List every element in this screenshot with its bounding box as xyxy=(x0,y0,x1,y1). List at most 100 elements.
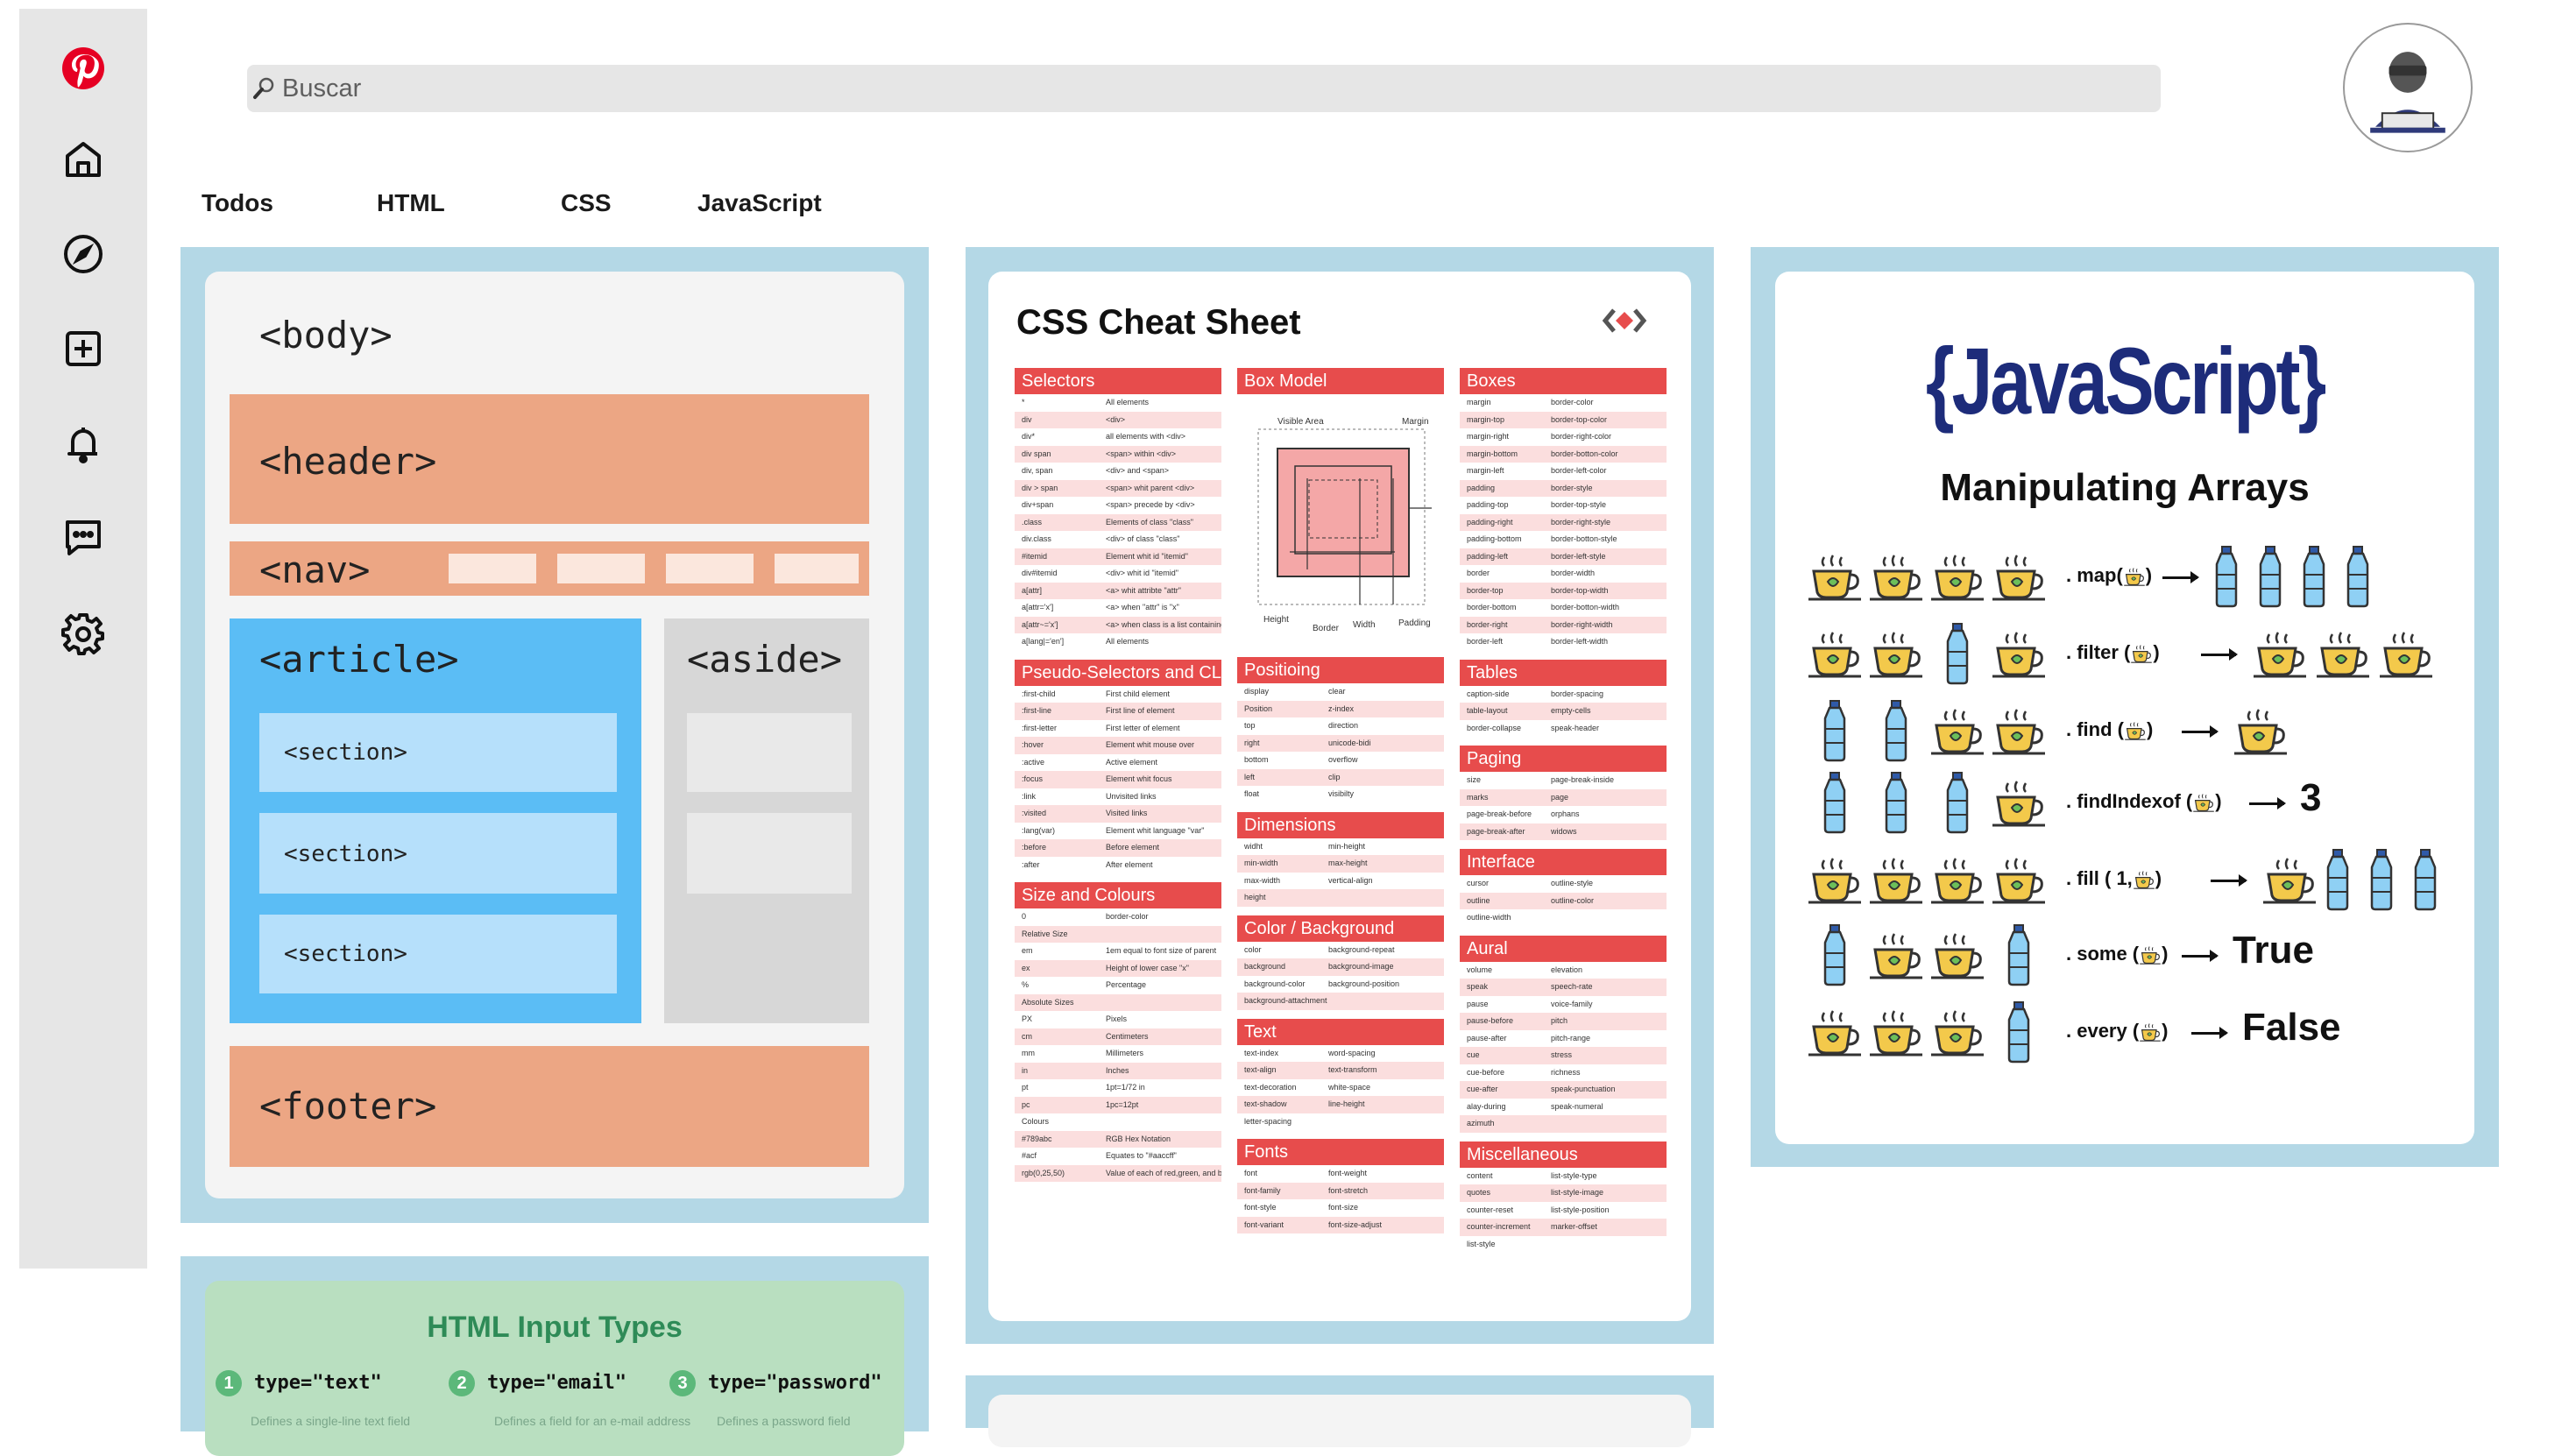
tab-todos[interactable]: Todos xyxy=(202,189,273,217)
layout-nav-label: <nav> xyxy=(259,548,371,591)
arrow-icon xyxy=(2201,648,2238,661)
cheat-description: Before element xyxy=(1106,843,1160,852)
cheat-property: margin-top xyxy=(1467,414,1505,424)
cheat-description: Percentage xyxy=(1106,980,1147,989)
cheat-description: line-height xyxy=(1328,1099,1365,1108)
cheat-property: page-break-after xyxy=(1467,826,1525,836)
water-bottle-icon xyxy=(1944,771,1971,834)
settings-gear-icon[interactable] xyxy=(57,606,110,659)
cheat-row: rgb(0,25,50) Value of each of red,green, … xyxy=(1015,1164,1221,1182)
box-model-label: Visible Area xyxy=(1277,417,1324,427)
cheat-description: border-botton-color xyxy=(1551,449,1618,458)
method-name: . some ( xyxy=(2066,943,2140,965)
avatar-illustration-icon xyxy=(2370,52,2445,133)
cheat-description: z-index xyxy=(1328,703,1355,713)
cheat-row: pc 1pc=12pt xyxy=(1015,1096,1221,1113)
cheat-description: All elements xyxy=(1106,398,1150,406)
cheat-row: border-left border-left-width xyxy=(1460,633,1667,651)
method-name: . fill ( 1, xyxy=(2066,867,2133,889)
css-cheat-title: CSS Cheat Sheet xyxy=(1016,303,1301,342)
tea-cup-icon xyxy=(1929,706,1985,755)
cheat-property: :first-child xyxy=(1022,689,1056,698)
cheat-row: letter-spacing xyxy=(1237,1113,1444,1131)
cheat-row: background-color background-position xyxy=(1237,976,1444,993)
method-result: True xyxy=(2233,929,2314,972)
pin-html-layout[interactable]: <body> <header> <nav> <article> <section… xyxy=(180,247,929,1223)
cheat-property: a[lang|='en'] xyxy=(1022,637,1065,646)
messages-icon[interactable] xyxy=(57,512,110,564)
cheat-row: outline-width xyxy=(1460,909,1667,927)
js-method-label: . every () xyxy=(2066,1020,2169,1043)
cheat-row: float visibilty xyxy=(1237,786,1444,803)
tab-html[interactable]: HTML xyxy=(377,189,445,217)
cheat-description: 1pt=1/72 in xyxy=(1106,1083,1145,1092)
cheat-property: outline-width xyxy=(1467,913,1511,922)
cheat-property: letter-spacing xyxy=(1244,1116,1292,1126)
cheat-row: :focus Element whit focus xyxy=(1015,771,1221,788)
tea-cup-icon xyxy=(1807,552,1863,601)
layout-article-label: <article> xyxy=(259,638,459,681)
layout-footer-label: <footer> xyxy=(259,1085,437,1127)
cheat-description: <div> of class "class" xyxy=(1106,534,1180,543)
cheat-description: 1em equal to font size of parent xyxy=(1106,946,1217,955)
create-plus-icon[interactable] xyxy=(57,322,110,375)
aside-item-placeholder xyxy=(687,713,852,792)
cheat-property: counter-increment xyxy=(1467,1222,1531,1231)
cheat-description: border-top-width xyxy=(1551,585,1609,595)
cheat-property: left xyxy=(1244,772,1256,781)
cheat-row: color background-repeat xyxy=(1237,942,1444,959)
cheat-property: padding-right xyxy=(1467,517,1513,527)
cheat-description: list-style-position xyxy=(1551,1205,1610,1214)
cheat-property: cue-before xyxy=(1467,1067,1505,1077)
cheat-property: azimuth xyxy=(1467,1119,1495,1127)
cheat-description: outline-color xyxy=(1551,895,1595,905)
cheat-property: #789abc xyxy=(1022,1134,1052,1143)
notifications-bell-icon[interactable] xyxy=(57,417,110,470)
nav-link-placeholder xyxy=(557,554,645,583)
pin-javascript-arrays[interactable]: {JavaScript} Manipulating Arrays . map()… xyxy=(1751,247,2499,1167)
avatar[interactable] xyxy=(2343,23,2473,152)
tea-cup-icon xyxy=(1991,629,2047,678)
cheat-row: % Percentage xyxy=(1015,977,1221,994)
cheat-section-heading: Selectors xyxy=(1015,368,1221,394)
cheat-description: visibilty xyxy=(1328,789,1355,798)
tab-javascript[interactable]: JavaScript xyxy=(697,189,822,217)
cheat-property: a[attr~='x'] xyxy=(1022,619,1058,629)
tab-css[interactable]: CSS xyxy=(561,189,612,217)
arrow-icon xyxy=(2182,950,2219,962)
home-icon[interactable] xyxy=(57,133,110,186)
cheat-row: outline outline-color xyxy=(1460,892,1667,909)
cheat-property: padding xyxy=(1467,483,1496,492)
cheat-row: a[attr~='x'] <a> when class is a list con… xyxy=(1015,616,1221,633)
cheat-description: background-position xyxy=(1328,979,1400,988)
cheat-property: :link xyxy=(1022,791,1037,801)
cheat-row: :first-child First child element xyxy=(1015,686,1221,703)
tea-cup-icon xyxy=(1929,552,1985,601)
cheat-property: div > span xyxy=(1022,483,1058,492)
cheat-row: text-index word-spacing xyxy=(1237,1045,1444,1063)
cheat-property: text-shadow xyxy=(1244,1099,1287,1108)
cheat-description: border-botton-style xyxy=(1551,534,1617,543)
cheat-property: margin-left xyxy=(1467,466,1504,475)
cheat-description: unicode-bidi xyxy=(1328,738,1371,747)
cheat-property: quotes xyxy=(1467,1188,1491,1197)
cheat-property: list-style xyxy=(1467,1239,1496,1248)
explore-compass-icon[interactable] xyxy=(57,228,110,280)
pin-css-cheat-sheet[interactable]: CSS Cheat Sheet Selectors * All elements di… xyxy=(966,247,1714,1344)
cheat-description: border-style xyxy=(1551,483,1593,492)
pinterest-logo-icon[interactable] xyxy=(57,42,110,95)
html-input-types-title: HTML Input Types xyxy=(427,1311,683,1344)
search-input[interactable] xyxy=(282,74,1947,103)
cheat-property: bottom xyxy=(1244,755,1269,764)
cheat-property: text-index xyxy=(1244,1048,1279,1057)
cheat-description: <span> within <div> xyxy=(1106,449,1177,458)
pin-html-input-types[interactable]: HTML Input Types 1 type="text" 2 type="ema… xyxy=(180,1256,929,1456)
small-cup-icon xyxy=(2124,718,2147,740)
search-bar[interactable] xyxy=(247,65,2161,112)
cheat-property: border-right xyxy=(1467,619,1508,629)
cheat-property: background-color xyxy=(1244,979,1306,988)
cheat-property: Absolute Sizes xyxy=(1022,997,1074,1007)
method-close: ) xyxy=(2155,867,2162,889)
pin-partial[interactable] xyxy=(966,1375,1714,1447)
cheat-row: pause-before pitch xyxy=(1460,1013,1667,1030)
